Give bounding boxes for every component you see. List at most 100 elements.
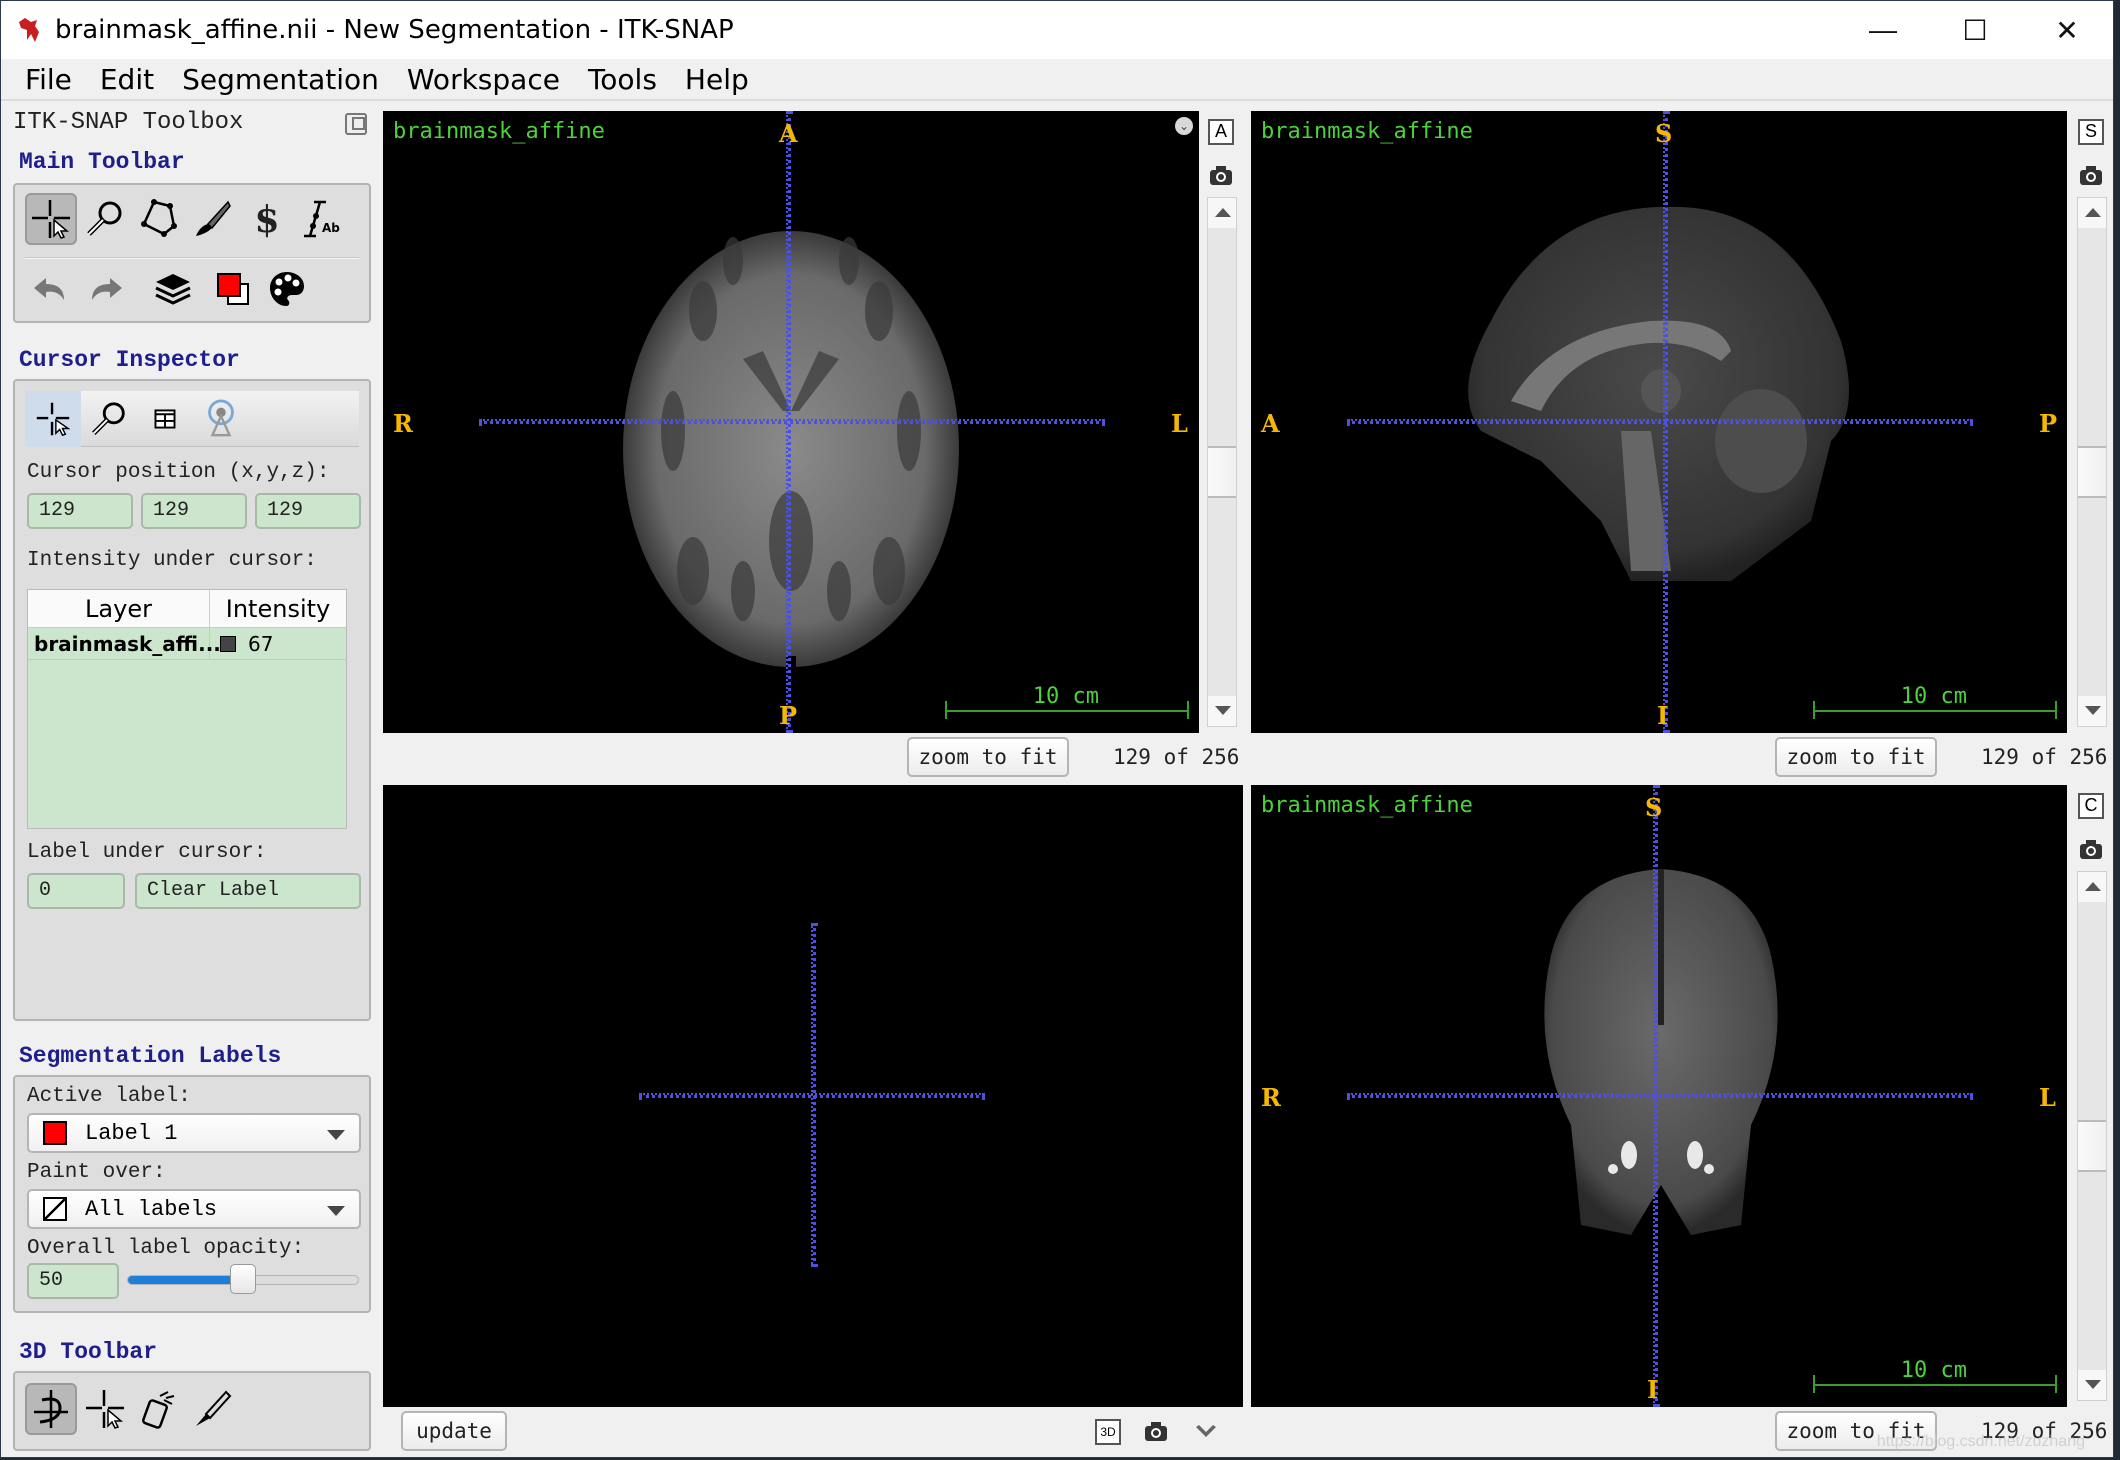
undock-toolbox-button[interactable] (345, 113, 367, 135)
inspector-tab-zoom[interactable] (81, 391, 137, 447)
sagittal-slice-scrollbar[interactable] (2077, 197, 2107, 727)
close-button[interactable]: ✕ (2021, 1, 2113, 59)
update-3d-button[interactable]: update (401, 1411, 507, 1451)
intensity-label: Intensity under cursor: (27, 549, 317, 572)
axial-slice-scrollbar[interactable] (1207, 197, 1237, 727)
cursor-z-field[interactable]: 129 (255, 493, 361, 529)
coronal-slice-view[interactable]: brainmask_affine S I R L 10 cm (1251, 785, 2067, 1407)
3d-render-view[interactable] (383, 785, 1243, 1407)
camera-icon[interactable] (1208, 163, 1234, 189)
cursor-x-field[interactable]: 129 (27, 493, 133, 529)
toolbar-3d (13, 1371, 371, 1451)
scroll-down-button[interactable] (2078, 1370, 2106, 1400)
cursor-inspector-title: Cursor Inspector (19, 347, 240, 373)
inspector-tab-cursor[interactable] (25, 390, 81, 447)
sagittal-slice-view[interactable]: brainmask_affine S I A P 10 cm (1251, 111, 2067, 733)
label-name-field[interactable]: Clear Label (135, 873, 361, 909)
scroll-down-button[interactable] (2078, 696, 2106, 726)
spray-paint-3d-button[interactable] (133, 1383, 185, 1435)
opacity-slider-handle[interactable] (230, 1264, 256, 1294)
layer-inspector-button[interactable] (147, 263, 199, 315)
orientation-left: R (1261, 1083, 1281, 1112)
label-editor-button[interactable] (207, 263, 259, 315)
window-title: brainmask_affine.nii - New Segmentation … (55, 15, 734, 45)
view-options-chevron-icon[interactable]: ⌄ (1175, 117, 1193, 135)
undo-button[interactable] (25, 263, 77, 315)
scrollbar-thumb[interactable] (1208, 446, 1236, 498)
maximize-button[interactable]: ☐ (1929, 1, 2021, 59)
inspector-tab-layout[interactable] (137, 391, 193, 447)
orientation-right: P (2039, 409, 2058, 438)
color-map-editor-button[interactable] (261, 263, 313, 315)
rotate-3d-button[interactable] (25, 1383, 77, 1435)
cursor-y-field[interactable]: 129 (141, 493, 247, 529)
scroll-up-button[interactable] (2078, 872, 2106, 902)
crosshair-cursor-icon (36, 402, 71, 436)
scrollbar-thumb[interactable] (2078, 446, 2106, 498)
crosshair-mode-button[interactable] (25, 193, 77, 245)
camera-icon[interactable] (2078, 163, 2104, 189)
coronal-view-toggle-icon[interactable]: C (2078, 793, 2104, 819)
label-colors-icon (217, 273, 249, 305)
label-id-field[interactable]: 0 (27, 873, 125, 909)
snake-mode-button[interactable]: $ (241, 193, 293, 245)
ruler-annotation-mode-button[interactable]: Ab (295, 193, 347, 245)
axial-zoom-to-fit-button[interactable]: zoom to fit (907, 737, 1069, 777)
camera-icon[interactable] (2078, 837, 2104, 863)
layer-name-overlay: brainmask_affine (1261, 119, 1473, 144)
menu-edit[interactable]: Edit (86, 63, 168, 96)
main-toolbar-title: Main Toolbar (19, 149, 185, 175)
paint-over-dropdown[interactable]: All labels (27, 1189, 361, 1229)
opacity-value-field[interactable]: 50 (27, 1263, 119, 1299)
table-row[interactable]: brainmask_affi... 67 (28, 628, 346, 660)
column-header-layer[interactable]: Layer (28, 590, 210, 627)
scroll-down-button[interactable] (1208, 696, 1236, 726)
opacity-slider[interactable] (127, 1264, 359, 1294)
scroll-up-button[interactable] (1208, 198, 1236, 228)
axial-slice-view[interactable]: brainmask_affine A P R L ⌄ 10 cm (383, 111, 1199, 733)
crosshair-horizontal (639, 1093, 985, 1098)
grid-layout-icon (154, 408, 176, 429)
spray-can-icon (142, 1391, 175, 1429)
ruler-annotation-icon: Ab (304, 200, 340, 238)
crosshair-3d-button[interactable] (79, 1383, 131, 1435)
layers-stack-icon (155, 274, 191, 305)
column-header-intensity[interactable]: Intensity (210, 590, 346, 627)
scroll-up-button[interactable] (2078, 198, 2106, 228)
layer-name-overlay: brainmask_affine (1261, 793, 1473, 818)
inspector-tab-synchronize[interactable] (193, 391, 249, 447)
redo-button[interactable] (79, 263, 131, 315)
sagittal-slice-index: 129 of 256 (1981, 745, 2108, 769)
menu-file[interactable]: File (11, 63, 86, 96)
zoom-pan-mode-button[interactable] (79, 193, 131, 245)
active-label-dropdown[interactable]: Label 1 (27, 1113, 361, 1153)
polygon-mode-button[interactable] (133, 193, 185, 245)
scrollbar-thumb[interactable] (2078, 1120, 2106, 1172)
paintbrush-mode-button[interactable] (187, 193, 239, 245)
3d-view-toggle-icon[interactable]: 3D (1095, 1419, 1121, 1445)
menu-workspace[interactable]: Workspace (393, 63, 574, 96)
axial-view-toggle-icon[interactable]: A (1208, 119, 1234, 145)
redo-arrow-icon (92, 278, 122, 300)
label-under-cursor-label: Label under cursor: (27, 841, 267, 864)
menu-segmentation[interactable]: Segmentation (168, 63, 393, 96)
orientation-top: S (1655, 119, 1673, 148)
expand-chevron-icon[interactable] (1193, 1423, 1219, 1443)
toolbox-panel: ITK-SNAP Toolbox Main Toolbar $ Ab Curso… (1, 103, 373, 1455)
segmentation-labels-title: Segmentation Labels (19, 1043, 282, 1069)
active-label-caption: Active label: (27, 1085, 191, 1108)
cursor-position-label: Cursor position (x,y,z): (27, 461, 330, 484)
sagittal-zoom-to-fit-button[interactable]: zoom to fit (1775, 737, 1937, 777)
scalpel-3d-button[interactable] (187, 1383, 239, 1435)
menu-help[interactable]: Help (671, 63, 763, 96)
menu-tools[interactable]: Tools (574, 63, 671, 96)
coronal-slice-scrollbar[interactable] (2077, 871, 2107, 1401)
menu-bar: File Edit Segmentation Workspace Tools H… (1, 59, 2113, 101)
itk-snap-logo-icon (19, 18, 39, 42)
sagittal-view-toggle-icon[interactable]: S (2078, 119, 2104, 145)
title-bar: brainmask_affine.nii - New Segmentation … (1, 1, 2113, 59)
camera-icon[interactable] (1143, 1419, 1169, 1445)
cursor-inspector-panel: Cursor position (x,y,z): 129 129 129 Int… (13, 379, 371, 1021)
crosshair-cursor-icon (32, 200, 70, 239)
minimize-button[interactable]: — (1837, 1, 1929, 59)
